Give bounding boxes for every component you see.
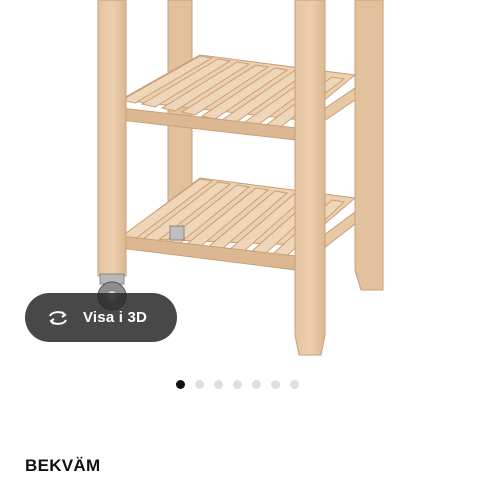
carousel-dot[interactable]	[195, 380, 204, 389]
carousel-dot[interactable]	[252, 380, 261, 389]
carousel-dot[interactable]	[271, 380, 280, 389]
carousel-dot[interactable]	[290, 380, 299, 389]
carousel-dots	[176, 380, 299, 389]
carousel-dot[interactable]	[176, 380, 185, 389]
view-in-3d-label: Visa i 3D	[83, 309, 148, 326]
view-in-3d-button[interactable]: Visa i 3D	[25, 293, 177, 342]
carousel-dot[interactable]	[214, 380, 223, 389]
rotate-3d-icon	[49, 310, 67, 325]
carousel-dot[interactable]	[233, 380, 242, 389]
product-title: BEKVÄM	[25, 456, 101, 475]
